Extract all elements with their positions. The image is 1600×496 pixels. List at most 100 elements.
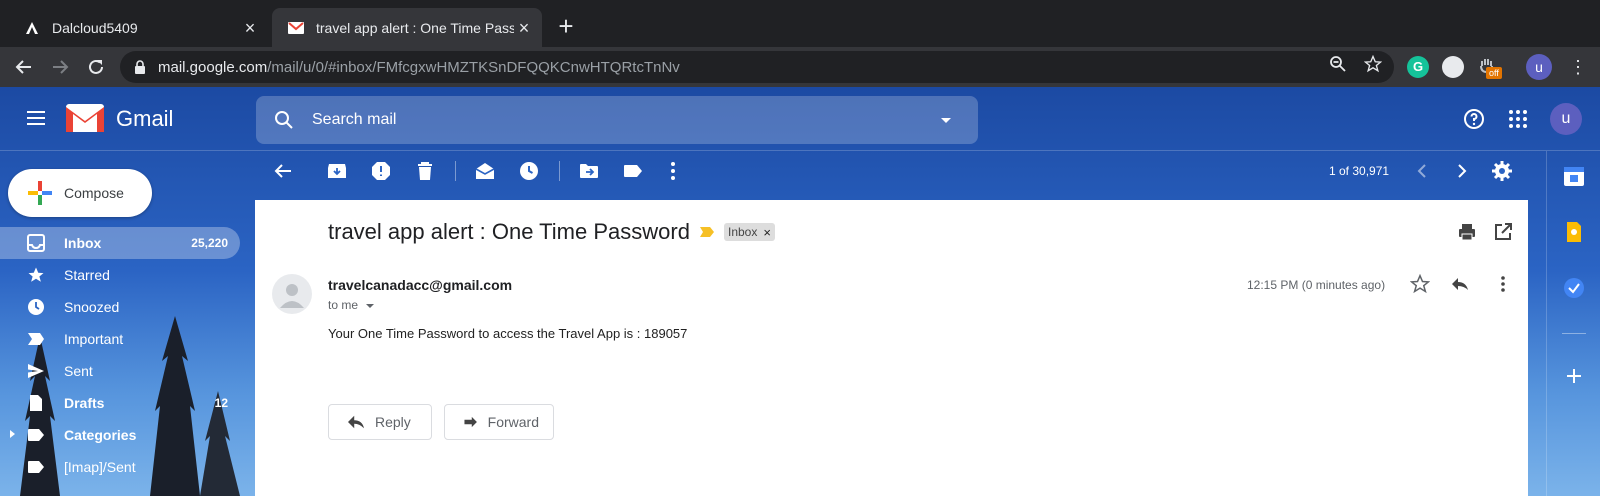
more-vertical-icon[interactable] [661, 159, 685, 183]
tab-title: Dalcloud5409 [52, 19, 138, 36]
message-body: Your One Time Password to access the Tra… [328, 326, 688, 341]
important-marker-icon[interactable] [699, 226, 715, 238]
important-icon [26, 329, 46, 349]
sidebar-item-label: Inbox [64, 235, 102, 251]
delete-icon[interactable] [413, 159, 437, 183]
unread-count: 12 [214, 396, 228, 410]
settings-gear-icon[interactable] [1490, 159, 1514, 183]
sidebar-item-important[interactable]: Important [0, 323, 240, 355]
grammarly-extension-icon[interactable]: G [1407, 56, 1429, 78]
star-icon[interactable] [1409, 273, 1431, 294]
sidebar-item-label: [Imap]/Sent [64, 459, 136, 475]
move-to-icon[interactable] [577, 159, 601, 183]
zoom-out-icon[interactable] [1327, 53, 1349, 75]
gmail-header: Gmail u [0, 87, 1600, 151]
reply-button[interactable]: Reply [328, 404, 432, 440]
sender-avatar[interactable] [272, 274, 312, 314]
forward-arrow-icon[interactable] [46, 53, 74, 81]
keep-icon[interactable] [1563, 221, 1585, 243]
sender-email[interactable]: travelcanadacc@gmail.com [328, 277, 512, 293]
unread-count: 25,220 [191, 236, 228, 250]
details-dropdown-icon[interactable] [366, 304, 375, 308]
help-icon[interactable] [1462, 107, 1486, 131]
sidebar-item-snoozed[interactable]: Snoozed [0, 291, 240, 323]
browser-toolbar: mail.google.com/mail/u/0/#inbox/FMfcgxwH… [0, 47, 1600, 87]
message-reading-pane: travel app alert : One Time Password Inb… [255, 200, 1528, 496]
bookmark-star-icon[interactable] [1362, 53, 1384, 75]
sidebar-item-label: Important [64, 331, 124, 347]
tasks-icon[interactable] [1563, 277, 1585, 299]
calendar-icon[interactable] [1563, 165, 1585, 187]
snooze-clock-icon[interactable] [517, 159, 541, 183]
hand-extension-icon[interactable]: off [1478, 56, 1502, 79]
extension-icon[interactable] [1442, 56, 1464, 78]
tab-title: travel app alert : One Time Passw [316, 19, 514, 36]
mark-unread-icon[interactable] [473, 159, 497, 183]
forward-button[interactable]: Forward [444, 404, 554, 440]
browser-tab-gmail[interactable]: travel app alert : One Time Passw × [272, 8, 542, 47]
message-timestamp: 12:15 PM (0 minutes ago) [1247, 278, 1386, 292]
print-icon[interactable] [1457, 222, 1477, 242]
sidebar-item-sent[interactable]: Sent [0, 355, 240, 387]
sidebar-item-label: Drafts [64, 395, 105, 411]
extension-badge: off [1486, 67, 1502, 79]
forward-icon [464, 416, 477, 428]
sidebar-item-categories[interactable]: Categories [0, 419, 240, 451]
chip-label: Inbox [728, 225, 758, 239]
inbox-icon [26, 233, 46, 253]
archive-icon[interactable] [325, 159, 349, 183]
apps-grid-icon[interactable] [1506, 107, 1530, 131]
toolbar-divider [455, 161, 456, 181]
sidebar-item-label: Categories [64, 427, 137, 443]
close-tab-icon[interactable]: × [240, 18, 260, 38]
remove-label-icon[interactable]: × [763, 225, 771, 240]
message-subject: travel app alert : One Time Password [328, 219, 690, 244]
inbox-label-chip: Inbox × [724, 223, 775, 241]
search-icon[interactable] [272, 108, 296, 132]
newer-chevron-left-icon[interactable] [1410, 159, 1434, 183]
star-icon [26, 265, 46, 285]
gmail-app: Gmail u Compose Inbox 25,220 [0, 87, 1600, 496]
add-addon-plus-icon[interactable] [1563, 365, 1585, 387]
recipient-details[interactable]: to me [328, 298, 375, 312]
account-avatar[interactable]: u [1550, 103, 1582, 135]
older-chevron-right-icon[interactable] [1450, 159, 1474, 183]
browser-profile-avatar[interactable]: u [1526, 54, 1552, 80]
browser-tab-strip: Dalcloud5409 × travel app alert : One Ti… [0, 0, 1600, 47]
recipient-text: to me [328, 298, 359, 312]
open-in-new-window-icon[interactable] [1493, 222, 1513, 242]
reload-icon[interactable] [82, 53, 110, 81]
label-as-icon[interactable] [621, 159, 645, 183]
triangle-logo-icon [24, 20, 40, 36]
close-tab-icon[interactable]: × [514, 18, 534, 38]
sidebar-item-starred[interactable]: Starred [0, 259, 240, 291]
reply-icon[interactable] [1450, 274, 1470, 294]
compose-plus-icon [26, 179, 54, 207]
more-vertical-icon[interactable] [1493, 274, 1513, 294]
new-tab-icon[interactable]: + [554, 13, 578, 39]
sidebar-item-inbox[interactable]: Inbox 25,220 [0, 227, 240, 259]
gmail-logo-text[interactable]: Gmail [116, 106, 173, 132]
reply-label: Reply [375, 414, 411, 430]
address-bar[interactable]: mail.google.com/mail/u/0/#inbox/FMfcgxwH… [120, 51, 1394, 83]
sidebar-item-imap-sent[interactable]: [Imap]/Sent [0, 451, 240, 483]
back-to-inbox-icon[interactable] [271, 159, 295, 183]
more-vertical-icon[interactable]: ⋮ [1568, 55, 1588, 79]
search-input[interactable] [312, 111, 934, 129]
expand-caret-icon[interactable] [10, 430, 15, 438]
report-spam-icon[interactable] [369, 159, 393, 183]
search-bar[interactable] [256, 96, 978, 144]
sidebar-nav: Inbox 25,220 Starred Snoozed Important S… [0, 227, 240, 483]
label-icon [26, 425, 46, 445]
reply-icon [348, 415, 364, 429]
browser-tab-dalcloud[interactable]: Dalcloud5409 × [0, 8, 268, 47]
sidebar-item-drafts[interactable]: Drafts 12 [0, 387, 240, 419]
back-arrow-icon[interactable] [10, 53, 38, 81]
side-panel [1546, 151, 1600, 496]
forward-label: Forward [487, 414, 539, 430]
compose-button[interactable]: Compose [8, 169, 152, 217]
toolbar-divider [559, 161, 560, 181]
gmail-logo-icon[interactable] [66, 104, 104, 132]
main-menu-icon[interactable] [24, 106, 48, 130]
search-options-dropdown-icon[interactable] [934, 108, 958, 132]
